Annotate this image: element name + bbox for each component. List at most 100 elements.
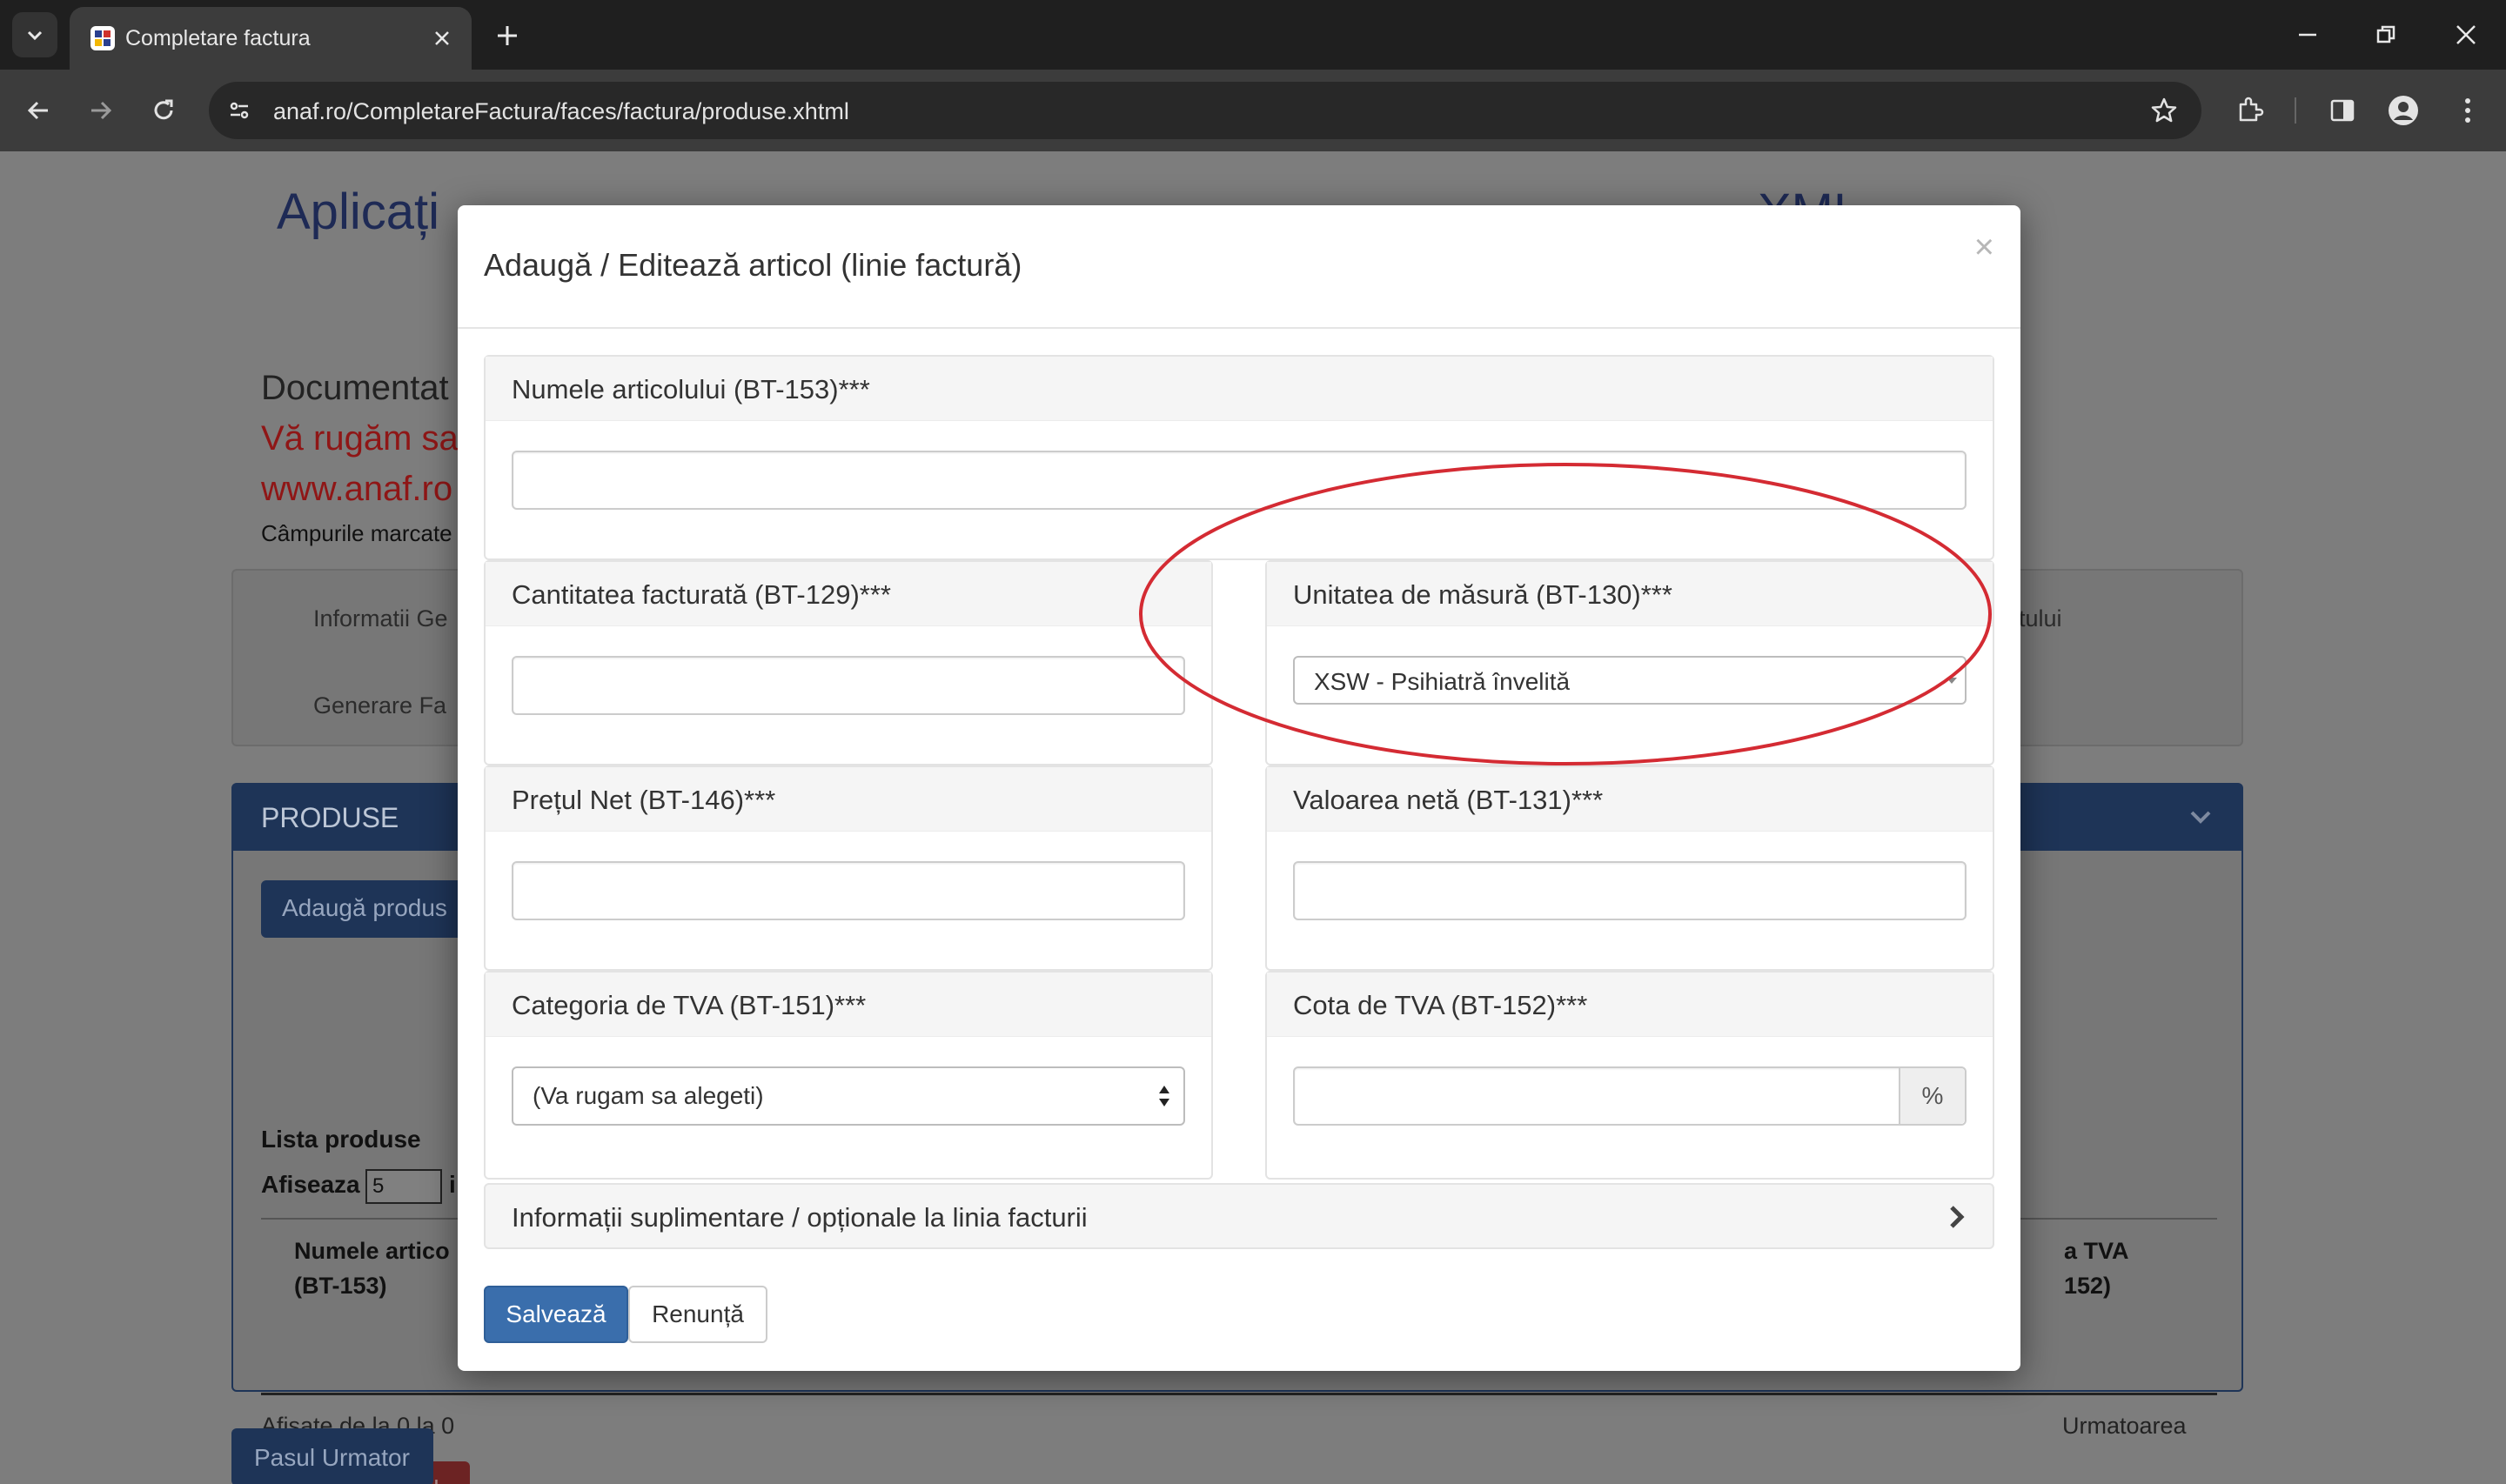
extensions-button[interactable] [2229, 90, 2271, 131]
card-header: Unitatea de măsură (BT-130)*** [1267, 562, 1993, 626]
site-info-button[interactable] [221, 92, 258, 129]
quantity-label: Cantitatea facturată (BT-129)*** [512, 579, 891, 610]
unit-of-measure-card: Unitatea de măsură (BT-130)*** XSW - Psi… [1265, 560, 1994, 765]
vat-category-select[interactable]: (Va rugam sa alegeti) [512, 1066, 1185, 1126]
net-price-card: Prețul Net (BT-146)*** [484, 765, 1213, 971]
card-header: Cantitatea facturată (BT-129)*** [486, 562, 1211, 626]
minimize-button[interactable] [2283, 12, 2332, 57]
chevron-down-icon [2190, 811, 2211, 824]
vat-category-value: (Va rugam sa alegeti) [533, 1082, 764, 1109]
card-header: Numele articolului (BT-153)*** [486, 357, 1993, 421]
column-header-vat[interactable]: a TVA [2064, 1233, 2129, 1268]
column-header-vat-code: 152) [2064, 1273, 2112, 1299]
unit-of-measure-label: Unitatea de măsură (BT-130)*** [1293, 579, 1672, 610]
documentation-title: Documentat [261, 369, 449, 407]
net-value-input[interactable] [1293, 861, 1967, 920]
edit-item-modal: Adaugă / Editează articol (linie factură… [458, 205, 2020, 1371]
bookmark-button[interactable] [2146, 92, 2182, 129]
favicon-icon [90, 26, 115, 50]
plus-icon [498, 26, 517, 45]
optional-info-toggle[interactable]: Informații suplimentare / opționale la l… [484, 1183, 1994, 1249]
cancel-button[interactable]: Renunță [628, 1286, 767, 1343]
tab-title: Completare factura [125, 26, 311, 50]
extensions-icon [2239, 97, 2264, 122]
quantity-card: Cantitatea facturată (BT-129)*** [484, 560, 1213, 765]
show-entries-tail: i [449, 1171, 456, 1198]
back-button[interactable] [17, 90, 59, 131]
net-value-card: Valoarea netă (BT-131)*** [1265, 765, 1994, 971]
star-icon [2151, 97, 2177, 123]
chevron-right-icon [1950, 1206, 1965, 1228]
item-name-card: Numele articolului (BT-153)*** [484, 355, 1994, 560]
modal-title: Adaugă / Editează articol (linie factură… [484, 247, 1022, 283]
vat-rate-input[interactable]: % [1293, 1066, 1967, 1126]
reload-icon [154, 99, 173, 120]
browser-menu-button[interactable] [2447, 90, 2489, 131]
product-list-title: Lista produse [261, 1126, 421, 1153]
close-icon [435, 31, 449, 45]
modal-close-button[interactable]: × [1974, 228, 1994, 267]
reload-button[interactable] [143, 90, 184, 131]
column-header-name-code: (BT-153) [294, 1273, 387, 1299]
restore-button[interactable] [2362, 12, 2410, 57]
item-name-label: Numele articolului (BT-153)*** [512, 374, 870, 404]
quantity-input[interactable] [512, 656, 1185, 715]
step-generate-invoice[interactable]: Generare Fa [313, 692, 446, 719]
documentation-notice: Vă rugăm sa [261, 419, 459, 458]
step-right-label[interactable]: tului [2019, 605, 2062, 632]
caret-down-icon [1947, 678, 1957, 684]
url-text: anaf.ro/CompletareFactura/faces/factura/… [273, 98, 849, 124]
percent-addon: % [1899, 1068, 1965, 1124]
select-arrows-icon [1159, 1086, 1169, 1106]
optional-info-label: Informații suplimentare / opționale la l… [512, 1202, 1088, 1233]
profile-button[interactable] [2382, 90, 2424, 131]
show-entries-value: 5 [372, 1174, 385, 1198]
vat-rate-label: Cota de TVA (BT-152)*** [1293, 990, 1588, 1020]
products-panel-title: PRODUSE [261, 802, 399, 833]
unit-of-measure-select[interactable]: XSW - Psihiatră învelită [1293, 656, 1967, 705]
address-bar[interactable]: anaf.ro/CompletareFactura/faces/factura/… [209, 82, 2201, 139]
next-page-link[interactable]: Urmatoarea [2062, 1413, 2187, 1440]
card-header: Categoria de TVA (BT-151)*** [486, 973, 1211, 1037]
documentation-link[interactable]: www.anaf.ro [261, 470, 452, 509]
required-fields-note: Câmpurile marcate [261, 520, 452, 546]
profile-icon [2389, 96, 2418, 125]
card-header: Cota de TVA (BT-152)*** [1267, 973, 1993, 1037]
chevron-down-icon [27, 30, 43, 41]
tab-close-button[interactable] [426, 23, 458, 54]
close-icon [2456, 25, 2476, 44]
forward-button[interactable] [80, 90, 122, 131]
toolbar-separator [2295, 97, 2296, 124]
app-title: Aplicați [277, 184, 439, 240]
vat-category-card: Categoria de TVA (BT-151)*** (Va rugam s… [484, 971, 1213, 1180]
card-header: Valoarea netă (BT-131)*** [1267, 767, 1993, 832]
show-entries-input[interactable]: 5 [365, 1169, 442, 1204]
restore-icon [2376, 25, 2395, 43]
site-info-icon [230, 102, 249, 119]
modal-header: Adaugă / Editează articol (linie factură… [458, 205, 2020, 329]
net-price-input[interactable] [512, 861, 1185, 920]
unit-of-measure-value: XSW - Psihiatră învelită [1314, 668, 1571, 695]
column-header-name[interactable]: Numele artico [294, 1233, 450, 1268]
net-price-label: Prețul Net (BT-146)*** [512, 785, 776, 815]
net-value-label: Valoarea netă (BT-131)*** [1293, 785, 1604, 815]
vat-rate-card: Cota de TVA (BT-152)*** % [1265, 971, 1994, 1180]
vat-category-label: Categoria de TVA (BT-151)*** [512, 990, 867, 1020]
item-name-input[interactable] [512, 451, 1967, 510]
new-tab-button[interactable] [489, 17, 526, 54]
back-icon [27, 101, 48, 120]
save-button[interactable]: Salvează [484, 1286, 628, 1343]
next-step-button[interactable]: Pasul Urmator [231, 1428, 433, 1484]
add-product-button[interactable]: Adaugă produs [261, 880, 463, 938]
close-window-button[interactable] [2442, 12, 2490, 57]
more-icon [2465, 98, 2470, 123]
step-general-info[interactable]: Informatii Ge [313, 605, 448, 632]
side-panel-icon [2330, 99, 2355, 122]
browser-toolbar: anaf.ro/CompletareFactura/faces/factura/… [0, 70, 2506, 151]
browser-tab[interactable]: Completare factura [70, 7, 472, 70]
show-entries-label: Afiseaza [261, 1171, 360, 1198]
forward-icon [91, 101, 112, 120]
tab-search-button[interactable] [12, 12, 57, 57]
side-panel-button[interactable] [2322, 90, 2363, 131]
card-header: Prețul Net (BT-146)*** [486, 767, 1211, 832]
